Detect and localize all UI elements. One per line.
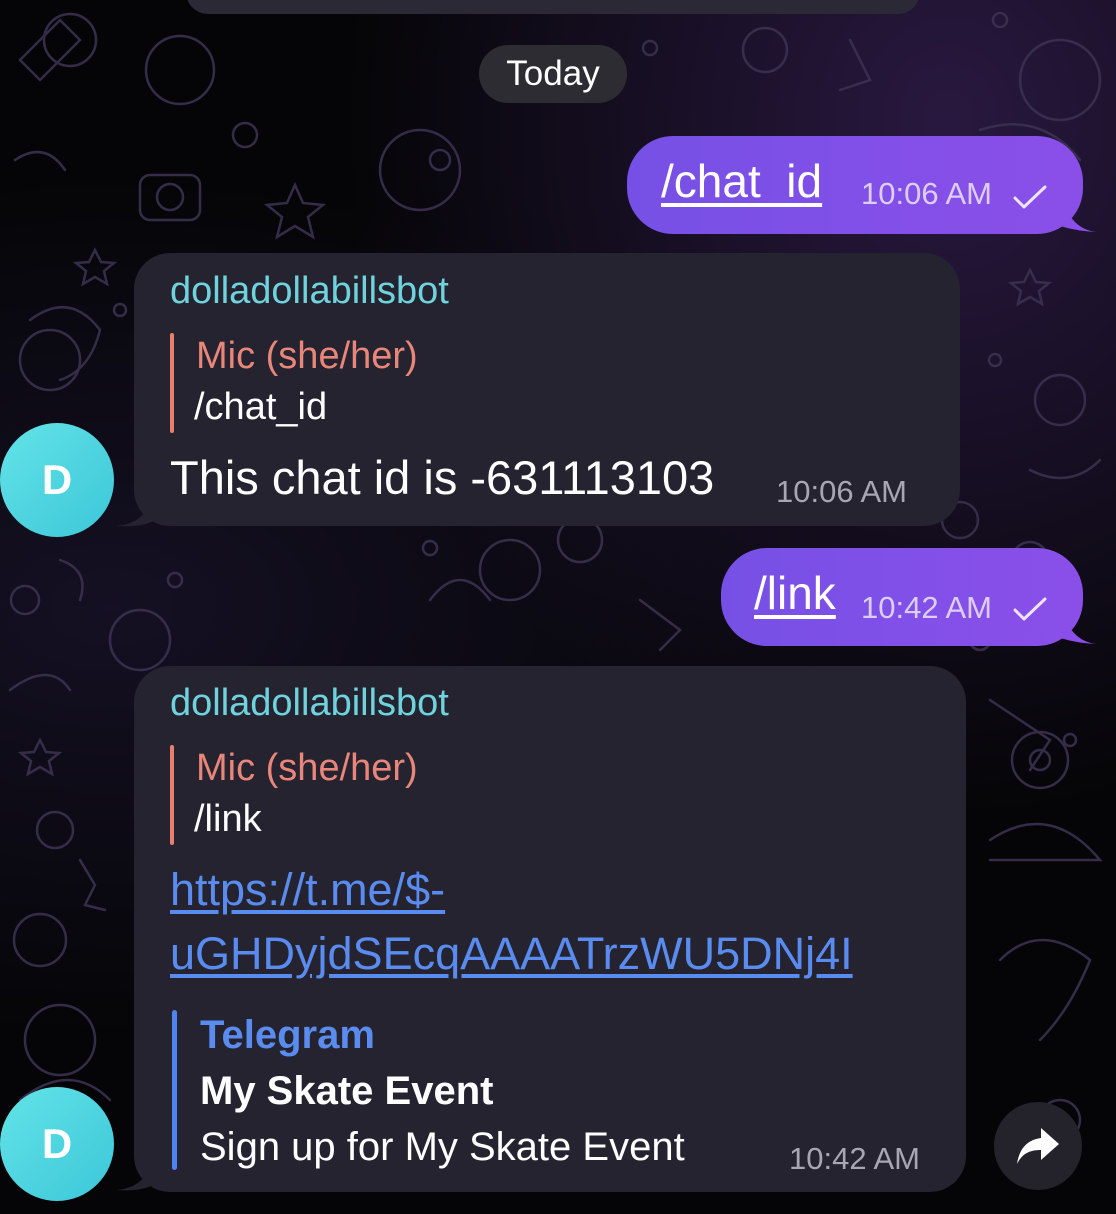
outgoing-message-text[interactable]: /chat_id <box>661 154 822 208</box>
reply-quoted-text[interactable]: /link <box>194 798 262 841</box>
message-time: 10:42 AM <box>789 1141 920 1176</box>
check-icon <box>1013 597 1047 621</box>
date-separator: Today <box>479 45 627 103</box>
share-arrow-icon <box>1017 1128 1059 1164</box>
sender-name[interactable]: dolladollabillsbot <box>170 682 449 725</box>
reply-quoted-text[interactable]: /chat_id <box>194 386 327 429</box>
link-preview-bar <box>172 1010 177 1170</box>
bubble-tail <box>116 488 156 527</box>
reply-quote-bar <box>170 745 174 845</box>
message-link[interactable]: https://t.me/$- uGHDyjdSEcqAAAATrzWU5DNj… <box>170 858 950 986</box>
link-preview-site[interactable]: Telegram <box>200 1013 375 1058</box>
link-preview-title[interactable]: My Skate Event <box>200 1069 493 1114</box>
message-time: 10:06 AM <box>776 474 907 509</box>
check-icon <box>1013 185 1047 209</box>
bubble-tail <box>1060 604 1100 644</box>
avatar[interactable]: D <box>0 1087 114 1201</box>
avatar[interactable]: D <box>0 423 114 537</box>
share-button[interactable] <box>994 1102 1082 1190</box>
link-preview-description[interactable]: Sign up for My Skate Event <box>200 1125 685 1170</box>
reply-author[interactable]: Mic (she/her) <box>196 335 418 378</box>
incoming-message-text: This chat id is -631113103 <box>170 451 715 504</box>
sender-name[interactable]: dolladollabillsbot <box>170 270 449 313</box>
avatar-letter: D <box>41 456 73 503</box>
link-line-2[interactable]: uGHDyjdSEcqAAAATrzWU5DNj4I <box>170 928 853 979</box>
message-time: 10:42 AM <box>861 590 992 625</box>
outgoing-message-text[interactable]: /link <box>754 566 836 620</box>
avatar-letter: D <box>41 1120 73 1167</box>
previous-message-bubble[interactable] <box>186 0 920 14</box>
bubble-tail <box>1060 192 1100 232</box>
link-line-1[interactable]: https://t.me/$- <box>170 864 445 915</box>
reply-quote-bar <box>170 333 174 433</box>
bubble-tail <box>116 1152 156 1191</box>
message-time: 10:06 AM <box>861 176 992 211</box>
reply-author[interactable]: Mic (she/her) <box>196 747 418 790</box>
